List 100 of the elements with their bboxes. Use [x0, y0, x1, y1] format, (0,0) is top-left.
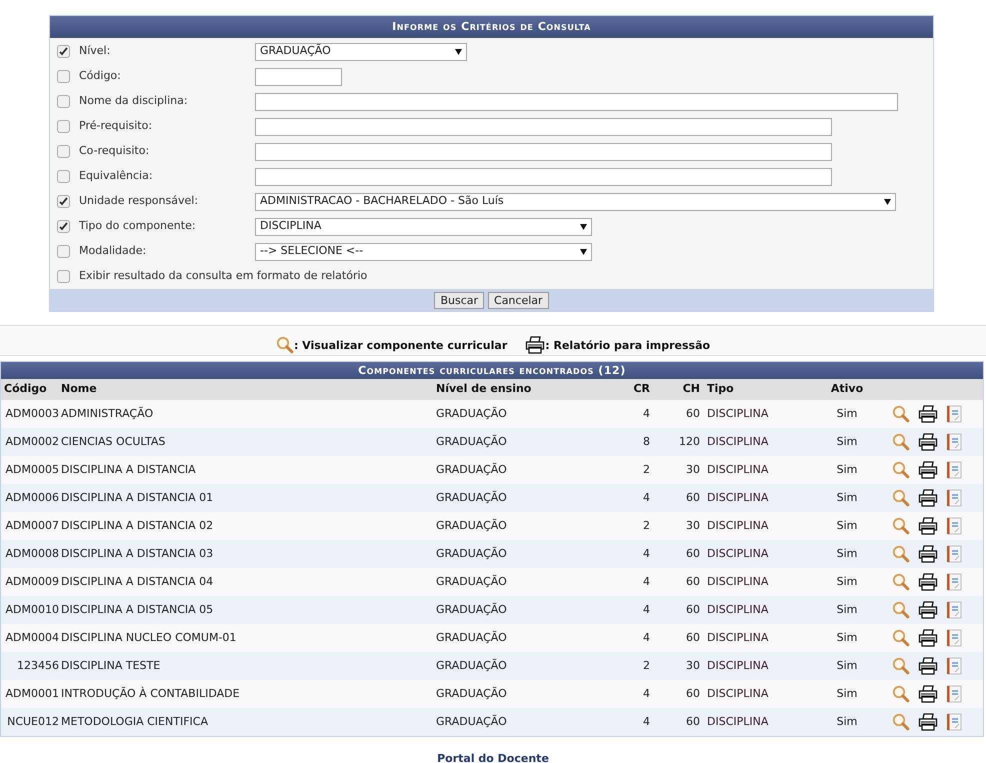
input-field[interactable]: [255, 142, 832, 160]
notebook-icon[interactable]: [946, 629, 962, 647]
dropdown[interactable]: GRADUAÇÃO: [255, 42, 467, 60]
table-cell-text: 4: [642, 630, 650, 646]
field-label: Pré-requisito:: [79, 118, 154, 134]
table-cell-text: Sim: [836, 602, 858, 618]
printer-icon[interactable]: [918, 545, 938, 563]
notebook-icon[interactable]: [946, 489, 962, 507]
notebook-icon[interactable]: [946, 685, 962, 703]
checkbox[interactable]: [57, 70, 70, 83]
printer-icon[interactable]: [525, 336, 546, 354]
magnifier-icon[interactable]: [892, 629, 910, 647]
table-cell-text: DISCIPLINA: [706, 602, 770, 618]
table-cell-text: DISCIPLINA A DISTANCIA 05: [61, 602, 214, 618]
table-cell-text: DISCIPLINA: [706, 434, 770, 450]
table-cell-text: GRADUAÇÃO: [436, 406, 508, 422]
table-cell-text: DISCIPLINA A DISTANCIA: [61, 462, 197, 478]
printer-icon[interactable]: [918, 461, 938, 479]
table-cell-text: Sim: [836, 546, 858, 562]
magnifier-icon[interactable]: [892, 517, 910, 535]
table-cell-text: GRADUAÇÃO: [436, 658, 508, 674]
notebook-icon[interactable]: [946, 573, 962, 591]
table-cell-text: 60: [685, 546, 700, 562]
table-cell-text: ADM0005: [4, 462, 60, 478]
notebook-icon[interactable]: [946, 461, 962, 479]
magnifier-icon[interactable]: [892, 545, 910, 563]
magnifier-icon[interactable]: [892, 461, 910, 479]
field-label: Nome da disciplina:: [79, 93, 189, 110]
checkbox[interactable]: [57, 145, 70, 158]
notebook-icon[interactable]: [946, 657, 962, 675]
table-cell-text: Sim: [836, 686, 858, 702]
printer-icon[interactable]: [918, 685, 938, 703]
magnifier-icon[interactable]: [892, 433, 910, 451]
printer-icon[interactable]: [918, 629, 938, 647]
form-button[interactable]: Buscar: [434, 292, 484, 308]
checkbox[interactable]: [57, 245, 70, 258]
checkbox[interactable]: [57, 270, 70, 283]
table-cell-text: GRADUAÇÃO: [436, 686, 508, 702]
dropdown[interactable]: DISCIPLINA: [255, 218, 592, 236]
table-cell-text: DISCIPLINA NUCLEO COMUM-01: [61, 630, 238, 646]
table-cell-text: 60: [685, 686, 700, 702]
printer-icon[interactable]: [918, 657, 938, 675]
notebook-icon[interactable]: [946, 545, 962, 563]
table-cell-text: 2: [642, 462, 650, 478]
caret-icon: [580, 224, 587, 230]
table-cell-text: GRADUAÇÃO: [436, 462, 508, 478]
footer-link[interactable]: Portal do Docente: [437, 751, 549, 763]
checkbox[interactable]: [57, 95, 70, 108]
notebook-icon[interactable]: [946, 713, 962, 731]
column-header: Código: [3, 381, 48, 398]
printer-icon[interactable]: [918, 517, 938, 535]
printer-icon[interactable]: [918, 573, 938, 591]
printer-icon[interactable]: [918, 601, 938, 619]
printer-icon[interactable]: [918, 489, 938, 507]
table-cell-text: 4: [642, 686, 650, 702]
table-cell-text: GRADUAÇÃO: [436, 490, 508, 506]
table-cell-text: 4: [642, 574, 650, 590]
table-cell-text: NCUE012: [6, 714, 60, 730]
magnifier-icon[interactable]: [892, 685, 910, 703]
magnifier-icon[interactable]: [276, 336, 294, 354]
column-header: CR: [632, 381, 650, 398]
input-field[interactable]: [255, 68, 342, 86]
table-cell-text: ADM0006: [4, 490, 60, 506]
notebook-icon[interactable]: [946, 517, 962, 535]
table-cell-text: DISCIPLINA A DISTANCIA 03: [61, 546, 214, 562]
magnifier-icon[interactable]: [892, 573, 910, 591]
notebook-icon[interactable]: [946, 601, 962, 619]
printer-icon[interactable]: [918, 405, 938, 423]
table-cell-text: Sim: [836, 518, 858, 534]
field-label: Tipo do componente:: [79, 218, 197, 234]
printer-icon[interactable]: [918, 713, 938, 731]
checkbox[interactable]: [57, 170, 70, 183]
checkbox[interactable]: [57, 45, 70, 58]
input-field[interactable]: [255, 92, 898, 110]
checkbox[interactable]: [57, 120, 70, 133]
table-cell-text: Sim: [836, 630, 858, 646]
input-field[interactable]: [255, 118, 832, 136]
table-cell-text: GRADUAÇÃO: [436, 546, 508, 562]
input-field[interactable]: [255, 168, 832, 186]
table-cell-text: GRADUAÇÃO: [436, 574, 508, 590]
magnifier-icon[interactable]: [892, 405, 910, 423]
table-cell-text: ADM0003: [4, 406, 60, 422]
notebook-icon[interactable]: [946, 405, 962, 423]
checkbox[interactable]: [57, 195, 70, 208]
table-cell-text: 30: [685, 658, 700, 674]
dropdown[interactable]: ADMINISTRACAO - BACHARELADO - São Luís: [255, 192, 896, 210]
magnifier-icon[interactable]: [892, 601, 910, 619]
column-header: Tipo: [706, 381, 735, 398]
form-button[interactable]: Cancelar: [488, 292, 549, 308]
dropdown[interactable]: --> SELECIONE <--: [255, 242, 592, 260]
magnifier-icon[interactable]: [892, 713, 910, 731]
notebook-icon[interactable]: [946, 433, 962, 451]
table-cell-text: DISCIPLINA: [706, 630, 770, 646]
magnifier-icon[interactable]: [892, 657, 910, 675]
magnifier-icon[interactable]: [892, 489, 910, 507]
table-cell-text: Sim: [836, 490, 858, 506]
table-cell-text: DISCIPLINA: [706, 518, 770, 534]
checkbox[interactable]: [57, 220, 70, 233]
printer-icon[interactable]: [918, 433, 938, 451]
table-cell-text: 4: [642, 714, 650, 730]
